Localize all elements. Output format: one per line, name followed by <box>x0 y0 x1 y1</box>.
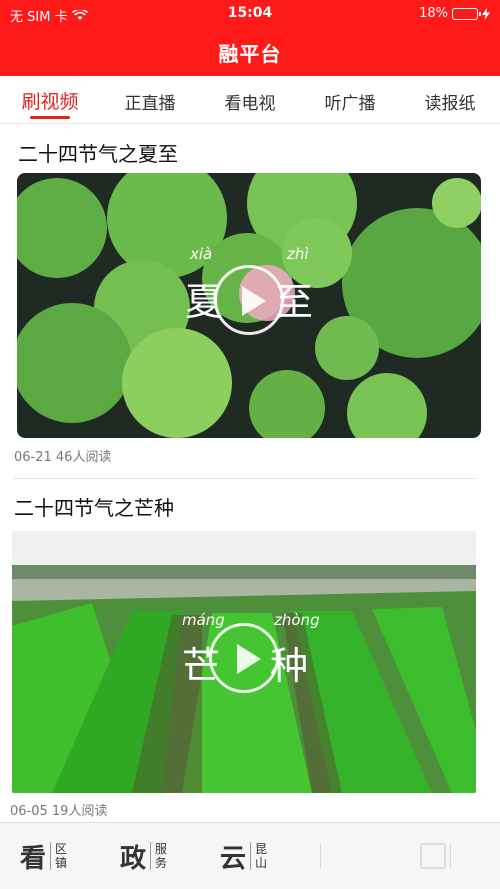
tab-tv[interactable]: 看电视 <box>200 78 300 123</box>
divider <box>14 478 476 479</box>
page-title: 融平台 <box>218 42 282 66</box>
tab-newspaper[interactable]: 读报纸 <box>400 78 500 123</box>
article-meta: 06-05 19人阅读 <box>10 804 108 819</box>
pinyin-right: zhì <box>287 245 309 263</box>
tab-radio[interactable]: 听广播 <box>300 78 400 123</box>
nav-big-char: 政 <box>120 843 147 874</box>
tab-short-video[interactable]: 刷视频 <box>0 78 100 123</box>
nav-yun-kunshan[interactable]: 云 昆山 <box>200 838 300 875</box>
nav-item-5[interactable] <box>400 843 500 869</box>
nav-big-char: 看 <box>20 843 47 874</box>
tab-live[interactable]: 正直播 <box>100 78 200 123</box>
nav-faded-icon <box>320 843 340 869</box>
article-title[interactable]: 二十四节气之夏至 <box>18 138 178 167</box>
video-thumbnail[interactable]: máng zhòng 芒 种 <box>12 531 476 793</box>
battery-icon <box>452 7 481 20</box>
nav-zheng-fuwu[interactable]: 政 服务 <box>100 838 200 875</box>
battery-percent: 18% <box>419 6 448 21</box>
article-title[interactable]: 二十四节气之芒种 <box>14 492 174 521</box>
play-icon[interactable] <box>214 265 284 335</box>
nav-sub-label: 服务 <box>150 842 170 870</box>
nav-kan-quzhen[interactable]: 看 区镇 <box>0 838 100 875</box>
article-meta: 06-21 46人阅读 <box>14 450 112 465</box>
app-header: 无 SIM 卡 15:04 18% 融平台 <box>0 0 500 76</box>
nav-big-char: 云 <box>220 843 247 874</box>
video-thumbnail[interactable]: xià zhì 夏 至 <box>17 173 481 438</box>
status-bar: 无 SIM 卡 15:04 18% <box>0 0 500 28</box>
pinyin-left: xià <box>190 245 213 263</box>
pinyin-right: zhòng <box>274 611 320 629</box>
pinyin-left: máng <box>182 611 225 629</box>
category-tabs: 刷视频 正直播 看电视 听广播 读报纸 <box>0 78 500 124</box>
nav-sub-label: 区镇 <box>50 842 70 870</box>
nav-sub-label: 昆山 <box>250 842 270 870</box>
charging-icon <box>482 7 490 20</box>
nav-faded-icon <box>420 843 446 869</box>
nav-item-4[interactable] <box>300 843 400 869</box>
nav-faded-icon <box>450 843 470 869</box>
bottom-nav: 看 区镇 政 服务 云 昆山 <box>0 822 500 889</box>
play-icon[interactable] <box>209 623 279 693</box>
